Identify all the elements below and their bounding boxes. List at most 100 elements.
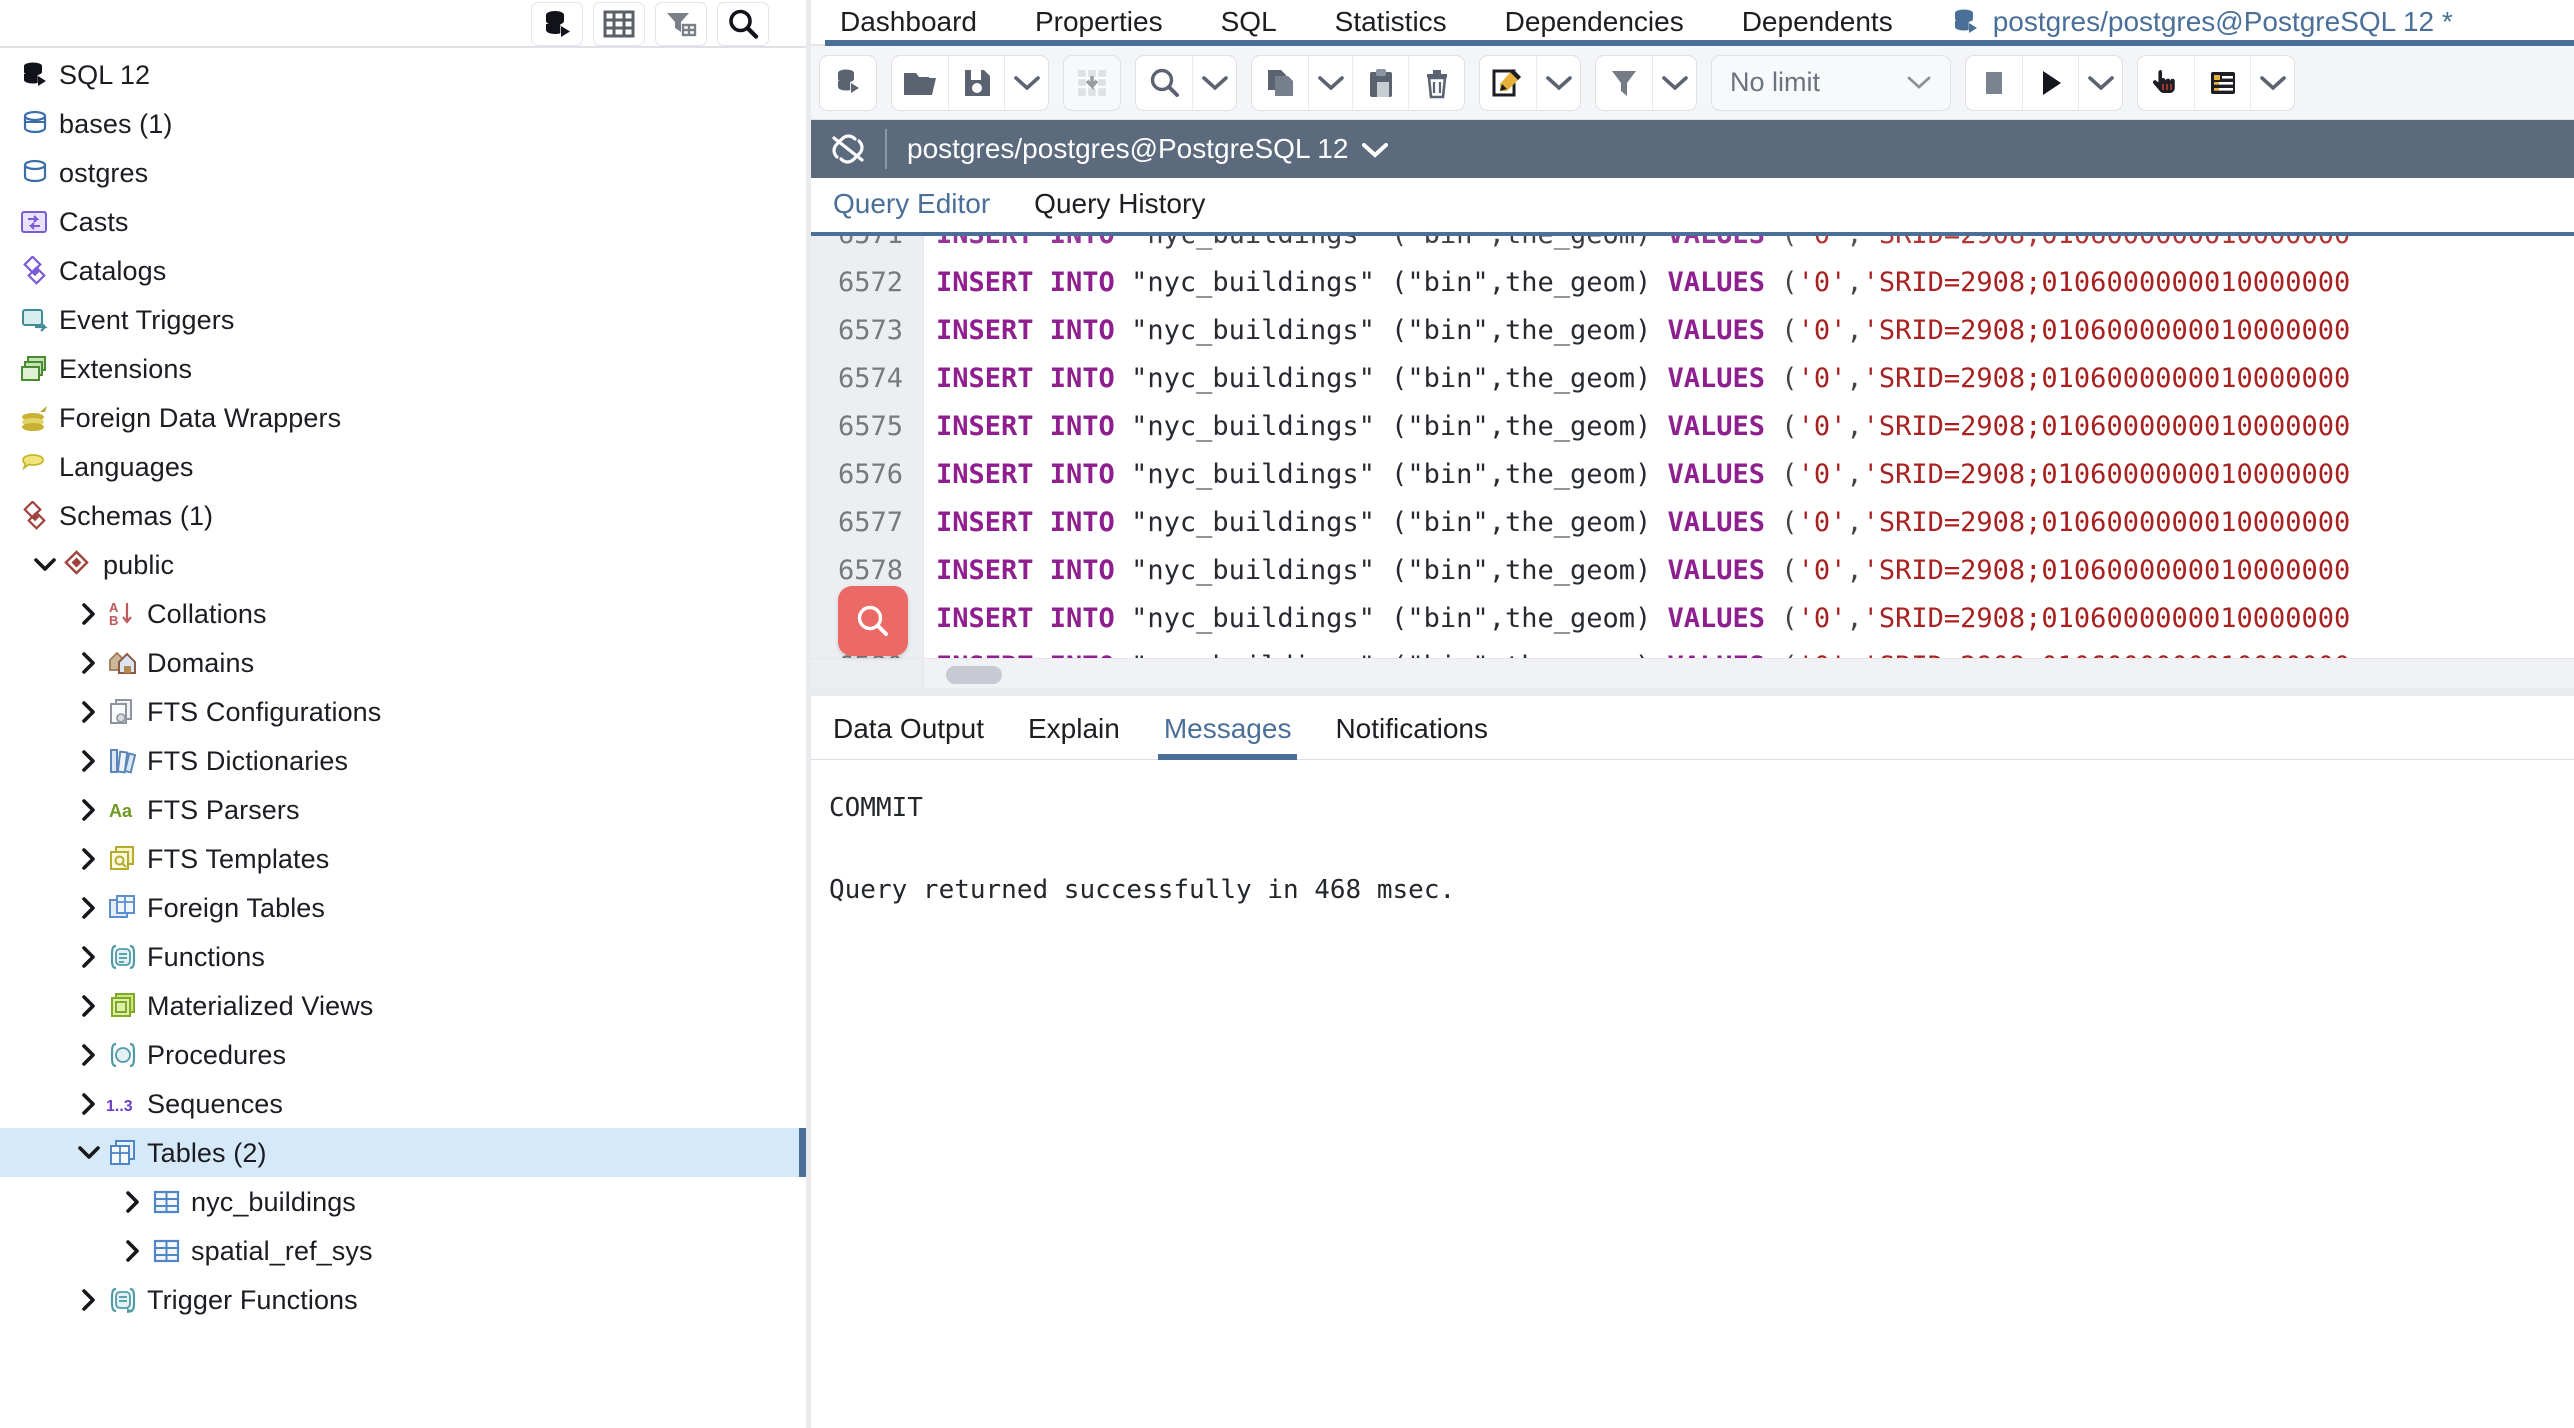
- code-line[interactable]: INSERT INTO "nyc_buildings" ("bin",the_g…: [924, 354, 2574, 402]
- code-line[interactable]: INSERT INTO "nyc_buildings" ("bin",the_g…: [924, 450, 2574, 498]
- tree-item-catalogs[interactable]: Catalogs: [0, 246, 806, 295]
- chevron-right-icon[interactable]: [72, 896, 106, 920]
- chevron-down-icon[interactable]: [28, 554, 62, 576]
- tree-item-sql-12[interactable]: SQL 12: [0, 50, 806, 99]
- connection-title-group[interactable]: postgres/postgres@PostgreSQL 12: [887, 133, 1388, 165]
- row-limit-select[interactable]: No limit: [1712, 56, 1950, 110]
- code-line[interactable]: INSERT INTO "nyc_buildings" ("bin",the_g…: [924, 306, 2574, 354]
- find-floating-button[interactable]: [838, 586, 908, 656]
- query-tool-icon[interactable]: [531, 2, 583, 46]
- tree-item-fts-parsers[interactable]: AaFTS Parsers: [0, 785, 806, 834]
- execute-options-caret-icon[interactable]: [2078, 56, 2122, 110]
- result-tab-explain[interactable]: Explain: [1006, 713, 1142, 759]
- more-options-caret-icon[interactable]: [2250, 56, 2294, 110]
- tree-item-sequences[interactable]: 1..3Sequences: [0, 1079, 806, 1128]
- view-data-table-icon[interactable]: [593, 2, 645, 46]
- tree-item-foreign-tables[interactable]: Foreign Tables: [0, 883, 806, 932]
- tree-item-fts-dictionaries[interactable]: FTS Dictionaries: [0, 736, 806, 785]
- chevron-right-icon[interactable]: [72, 651, 106, 675]
- result-tab-data-output[interactable]: Data Output: [811, 713, 1006, 759]
- find-replace-icon[interactable]: [1136, 56, 1192, 110]
- copy-icon[interactable]: [1252, 56, 1308, 110]
- object-tab-dependents[interactable]: Dependents: [1713, 0, 1922, 44]
- result-tab-messages[interactable]: Messages: [1142, 713, 1314, 759]
- tree-item-functions[interactable]: Functions: [0, 932, 806, 981]
- code-line[interactable]: INSERT INTO "nyc_buildings" ("bin",the_g…: [924, 594, 2574, 642]
- open-file-icon[interactable]: [892, 56, 948, 110]
- chevron-right-icon[interactable]: [72, 847, 106, 871]
- edit-icon[interactable]: [1480, 56, 1536, 110]
- tree-item-procedures[interactable]: Procedures: [0, 1030, 806, 1079]
- object-tab-dependencies[interactable]: Dependencies: [1476, 0, 1713, 44]
- tree-item-collations[interactable]: ABCollations: [0, 589, 806, 638]
- scrollbar-thumb[interactable]: [946, 666, 1002, 684]
- copy-options-caret-icon[interactable]: [1308, 56, 1352, 110]
- result-tab-notifications[interactable]: Notifications: [1313, 713, 1510, 759]
- tree-item-trigger-functions[interactable]: Trigger Functions: [0, 1275, 806, 1324]
- connection-bar[interactable]: postgres/postgres@PostgreSQL 12: [811, 120, 2574, 178]
- search-objects-icon[interactable]: [717, 2, 769, 46]
- tree-item-ostgres[interactable]: ostgres: [0, 148, 806, 197]
- save-options-caret-icon[interactable]: [1004, 56, 1048, 110]
- stop-query-icon[interactable]: [1966, 56, 2022, 110]
- tree-item-fts-templates[interactable]: FTS Templates: [0, 834, 806, 883]
- tree-item-fts-configurations[interactable]: FTS Configurations: [0, 687, 806, 736]
- code-content[interactable]: INSERT INTO "nyc_buildings" ("bin",the_g…: [924, 236, 2574, 688]
- chevron-right-icon[interactable]: [72, 994, 106, 1018]
- delete-icon[interactable]: [1408, 56, 1464, 110]
- query-tool-options-icon[interactable]: [2194, 56, 2250, 110]
- paste-icon[interactable]: [1352, 56, 1408, 110]
- code-line[interactable]: INSERT INTO "nyc_buildings" ("bin",the_g…: [924, 402, 2574, 450]
- object-tab-dashboard[interactable]: Dashboard: [811, 0, 1006, 44]
- tree-item-schemas-1[interactable]: Schemas (1): [0, 491, 806, 540]
- object-tab-postgres-postgres-postgresql-12[interactable]: postgres/postgres@PostgreSQL 12 *: [1922, 0, 2482, 44]
- chevron-right-icon[interactable]: [116, 1190, 150, 1214]
- code-line[interactable]: INSERT INTO "nyc_buildings" ("bin",the_g…: [924, 258, 2574, 306]
- chevron-right-icon[interactable]: [72, 602, 106, 626]
- chevron-right-icon[interactable]: [72, 700, 106, 724]
- edit-options-caret-icon[interactable]: [1536, 56, 1580, 110]
- query-editor-tab-bar[interactable]: Query EditorQuery History: [811, 178, 2574, 236]
- tree-item-materialized-views[interactable]: Materialized Views: [0, 981, 806, 1030]
- result-tab-bar[interactable]: Data OutputExplainMessagesNotifications: [811, 696, 2574, 760]
- chevron-down-icon[interactable]: [72, 1142, 106, 1164]
- tree-item-tables-2[interactable]: Tables (2): [0, 1128, 806, 1177]
- object-tab-bar[interactable]: DashboardPropertiesSQLStatisticsDependen…: [811, 0, 2574, 46]
- query-tool-toolbar[interactable]: No limit: [811, 46, 2574, 120]
- chevron-right-icon[interactable]: [72, 798, 106, 822]
- filter-options-caret-icon[interactable]: [1652, 56, 1696, 110]
- editor-tab-query-history[interactable]: Query History: [1012, 188, 1227, 232]
- object-tab-sql[interactable]: SQL: [1192, 0, 1306, 44]
- result-splitter[interactable]: [811, 688, 2574, 696]
- filter-icon[interactable]: [1596, 56, 1652, 110]
- tree-item-domains[interactable]: Domains: [0, 638, 806, 687]
- tree-item-event-triggers[interactable]: Event Triggers: [0, 295, 806, 344]
- tree-item-languages[interactable]: Languages: [0, 442, 806, 491]
- code-line[interactable]: INSERT INTO "nyc_buildings" ("bin",the_g…: [924, 498, 2574, 546]
- editor-horizontal-scrollbar[interactable]: [924, 658, 2574, 688]
- chevron-right-icon[interactable]: [116, 1239, 150, 1263]
- open-query-tool-icon[interactable]: [820, 56, 876, 110]
- chevron-right-icon[interactable]: [72, 1043, 106, 1067]
- tree-item-nyc-buildings[interactable]: nyc_buildings: [0, 1177, 806, 1226]
- chevron-right-icon[interactable]: [72, 945, 106, 969]
- chevron-right-icon[interactable]: [72, 1288, 106, 1312]
- tree-item-spatial-ref-sys[interactable]: spatial_ref_sys: [0, 1226, 806, 1275]
- tree-item-foreign-data-wrappers[interactable]: Foreign Data Wrappers: [0, 393, 806, 442]
- chevron-right-icon[interactable]: [72, 1092, 106, 1116]
- chevron-right-icon[interactable]: [72, 749, 106, 773]
- editor-tab-query-editor[interactable]: Query Editor: [811, 188, 1012, 232]
- save-file-icon[interactable]: [948, 56, 1004, 110]
- paste-rows-icon[interactable]: [1064, 56, 1120, 110]
- tree-item-casts[interactable]: Casts: [0, 197, 806, 246]
- sql-editor[interactable]: 6571657265736574657565766577657865796580…: [811, 236, 2574, 688]
- tree-item-extensions[interactable]: Extensions: [0, 344, 806, 393]
- chevron-down-icon[interactable]: [1906, 67, 1932, 98]
- object-tab-properties[interactable]: Properties: [1006, 0, 1192, 44]
- chevron-down-icon[interactable]: [1362, 133, 1388, 165]
- object-browser-tree[interactable]: SQL 12bases (1)ostgresCastsCatalogsEvent…: [0, 50, 806, 1428]
- code-line[interactable]: INSERT INTO "nyc_buildings" ("bin",the_g…: [924, 546, 2574, 594]
- object-tab-statistics[interactable]: Statistics: [1306, 0, 1476, 44]
- find-options-caret-icon[interactable]: [1192, 56, 1236, 110]
- filtered-rows-icon[interactable]: [655, 2, 707, 46]
